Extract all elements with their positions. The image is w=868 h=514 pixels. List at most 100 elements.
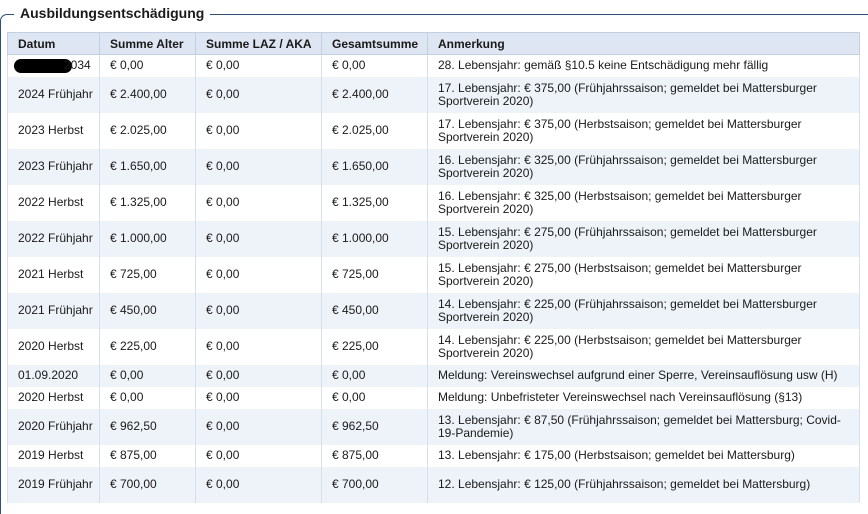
column-header-gesamtsumme: Gesamtsumme: [321, 32, 428, 55]
cell-summe-laz-aka-text: € 0,00: [206, 368, 240, 382]
cell-gesamtsumme-text: € 2.400,00: [332, 87, 389, 101]
cell-datum: 2023 Frühjahr: [7, 148, 100, 185]
cell-anmerkung-text: Meldung: Vereinswechsel aufgrund einer S…: [438, 368, 838, 382]
cell-anmerkung-text: 12. Lebensjahr: € 125,00 (Frühjahrssaiso…: [438, 477, 811, 491]
cell-gesamtsumme: € 875,00: [321, 444, 428, 467]
cell-datum-text: 2021 Frühjahr: [18, 303, 93, 317]
cell-summe-alter-text: € 875,00: [110, 448, 157, 462]
cell-summe-laz-aka: € 0,00: [195, 148, 322, 185]
cell-summe-alter: € 962,50: [99, 408, 196, 445]
cell-gesamtsumme-text: € 0,00: [332, 368, 366, 382]
cell-summe-alter-text: € 2.400,00: [110, 87, 167, 101]
cell-summe-laz-aka-text: € 0,00: [206, 159, 240, 173]
cell-gesamtsumme: € 2.025,00: [321, 112, 428, 149]
cell-datum-text: 2024 Frühjahr: [18, 87, 93, 101]
cell-datum-text: 2019 Frühjahr: [18, 477, 93, 491]
table-row: 2020 Herbst € 0,00 € 0,00 € 0,00 Meldung: Un…: [7, 386, 860, 409]
cell-anmerkung-text: 28. Lebensjahr: gemäß §10.5 keine Entsch…: [438, 58, 769, 73]
cell-gesamtsumme-text: € 875,00: [332, 448, 379, 462]
table-row: 2023 Frühjahr € 1.650,00 € 0,00 € 1.650,00 1…: [7, 148, 860, 185]
cell-datum-text: 2020 Herbst: [18, 390, 84, 404]
cell-summe-alter-text: € 962,50: [110, 419, 157, 433]
cell-summe-alter: € 0,00: [99, 54, 196, 77]
cell-datum: 01.09.2020: [7, 364, 100, 387]
cell-summe-laz-aka: € 0,00: [195, 220, 322, 257]
cell-gesamtsumme-text: € 0,00: [332, 58, 366, 73]
cell-summe-alter-text: € 0,00: [110, 390, 144, 404]
cell-anmerkung: 15. Lebensjahr: € 275,00 (Herbstsaison; …: [427, 256, 860, 293]
cell-datum: 2020 Herbst: [7, 386, 100, 409]
cell-summe-laz-aka: € 0,00: [195, 256, 322, 293]
table-row: 2020 Herbst € 225,00 € 0,00 € 225,00 14. Leb…: [7, 328, 860, 365]
cell-anmerkung: 14. Lebensjahr: € 225,00 (Herbstsaison; …: [427, 328, 860, 365]
column-header-anmerkung: Anmerkung: [427, 32, 860, 55]
cell-gesamtsumme: € 0,00: [321, 54, 428, 77]
cell-gesamtsumme-text: € 0,00: [332, 390, 366, 404]
cell-gesamtsumme: € 450,00: [321, 292, 428, 329]
cell-gesamtsumme: € 0,00: [321, 364, 428, 387]
cell-anmerkung-text: 16. Lebensjahr: € 325,00 (Herbstsaison; …: [438, 188, 802, 216]
cell-summe-laz-aka: € 0,00: [195, 112, 322, 149]
cell-datum-text: 2034: [64, 57, 91, 72]
cell-anmerkung-text: 14. Lebensjahr: € 225,00 (Frühjahrssaiso…: [438, 296, 817, 324]
table-row: 2020 Frühjahr € 962,50 € 0,00 € 962,50 13. L…: [7, 408, 860, 445]
cell-gesamtsumme: € 2.400,00: [321, 76, 428, 113]
cell-anmerkung: 12. Lebensjahr: € 125,00 (Frühjahrssaiso…: [427, 466, 860, 503]
cell-summe-alter: € 875,00: [99, 444, 196, 467]
column-header-summe-alter: Summe Alter: [99, 32, 196, 55]
cell-summe-laz-aka: € 0,00: [195, 328, 322, 365]
cell-gesamtsumme: € 1.325,00: [321, 184, 428, 221]
cell-summe-laz-aka-text: € 0,00: [206, 419, 240, 433]
cell-summe-laz-aka: € 0,00: [195, 444, 322, 467]
cell-gesamtsumme: € 725,00: [321, 256, 428, 293]
table-row: 2024 Frühjahr € 2.400,00 € 0,00 € 2.400,00 1…: [7, 76, 860, 113]
cell-gesamtsumme: € 0,00: [321, 386, 428, 409]
cell-summe-alter: € 2.400,00: [99, 76, 196, 113]
cell-gesamtsumme-text: € 450,00: [332, 303, 379, 317]
cell-anmerkung: 13. Lebensjahr: € 175,00 (Herbstsaison; …: [427, 444, 860, 467]
cell-datum: 2019 Frühjahr: [7, 466, 100, 503]
cell-summe-alter-text: € 0,00: [110, 58, 144, 73]
cell-summe-laz-aka: € 0,00: [195, 292, 322, 329]
cell-summe-alter: € 700,00: [99, 466, 196, 503]
cell-datum: 2020 Herbst: [7, 328, 100, 365]
table-row: 2019 Herbst € 875,00 € 0,00 € 875,00 13. Leb…: [7, 444, 860, 467]
cell-summe-alter: € 1.650,00: [99, 148, 196, 185]
cell-summe-alter: € 1.000,00: [99, 220, 196, 257]
cell-summe-laz-aka-text: € 0,00: [206, 231, 240, 245]
cell-gesamtsumme-text: € 1.325,00: [332, 195, 389, 209]
table-row: 2023 Herbst € 2.025,00 € 0,00 € 2.025,00 17.…: [7, 112, 860, 149]
cell-anmerkung: 16. Lebensjahr: € 325,00 (Frühjahrssaiso…: [427, 148, 860, 185]
cell-summe-laz-aka-text: € 0,00: [206, 267, 240, 281]
cell-datum: 2022 Herbst: [7, 184, 100, 221]
table-header-row: Datum Summe Alter Summe LAZ / AKA Gesamt…: [7, 32, 860, 55]
compensation-table: Datum Summe Alter Summe LAZ / AKA Gesamt…: [7, 32, 860, 503]
cell-datum: 2020 Frühjahr: [7, 408, 100, 445]
cell-anmerkung-text: 15. Lebensjahr: € 275,00 (Herbstsaison; …: [438, 260, 802, 288]
cell-summe-laz-aka-text: € 0,00: [206, 303, 240, 317]
cell-anmerkung-text: 14. Lebensjahr: € 225,00 (Herbstsaison; …: [438, 332, 802, 360]
cell-datum-text: 2023 Frühjahr: [18, 159, 93, 173]
cell-gesamtsumme-text: € 1.000,00: [332, 231, 389, 245]
cell-summe-alter-text: € 0,00: [110, 368, 144, 382]
cell-summe-alter: € 0,00: [99, 386, 196, 409]
cell-summe-alter: € 450,00: [99, 292, 196, 329]
cell-datum: 2023 Herbst: [7, 112, 100, 149]
cell-anmerkung-text: 13. Lebensjahr: € 175,00 (Herbstsaison; …: [438, 448, 795, 462]
cell-gesamtsumme-text: € 2.025,00: [332, 123, 389, 137]
cell-summe-alter: € 1.325,00: [99, 184, 196, 221]
cell-summe-laz-aka: € 0,00: [195, 386, 322, 409]
cell-gesamtsumme-text: € 700,00: [332, 477, 379, 491]
cell-anmerkung: Meldung: Unbefristeter Vereinswechsel na…: [427, 386, 860, 409]
cell-summe-laz-aka-text: € 0,00: [206, 87, 240, 101]
cell-gesamtsumme: € 225,00: [321, 328, 428, 365]
cell-datum-text: 2019 Herbst: [18, 448, 84, 462]
column-header-datum: Datum: [7, 32, 100, 55]
cell-summe-alter: € 2.025,00: [99, 112, 196, 149]
cell-summe-laz-aka-text: € 0,00: [206, 123, 240, 137]
cell-summe-laz-aka: € 0,00: [195, 408, 322, 445]
cell-summe-laz-aka: € 0,00: [195, 184, 322, 221]
cell-datum: 2021 Herbst: [7, 256, 100, 293]
cell-summe-laz-aka: € 0,00: [195, 364, 322, 387]
cell-datum-text: 2020 Herbst: [18, 339, 84, 353]
